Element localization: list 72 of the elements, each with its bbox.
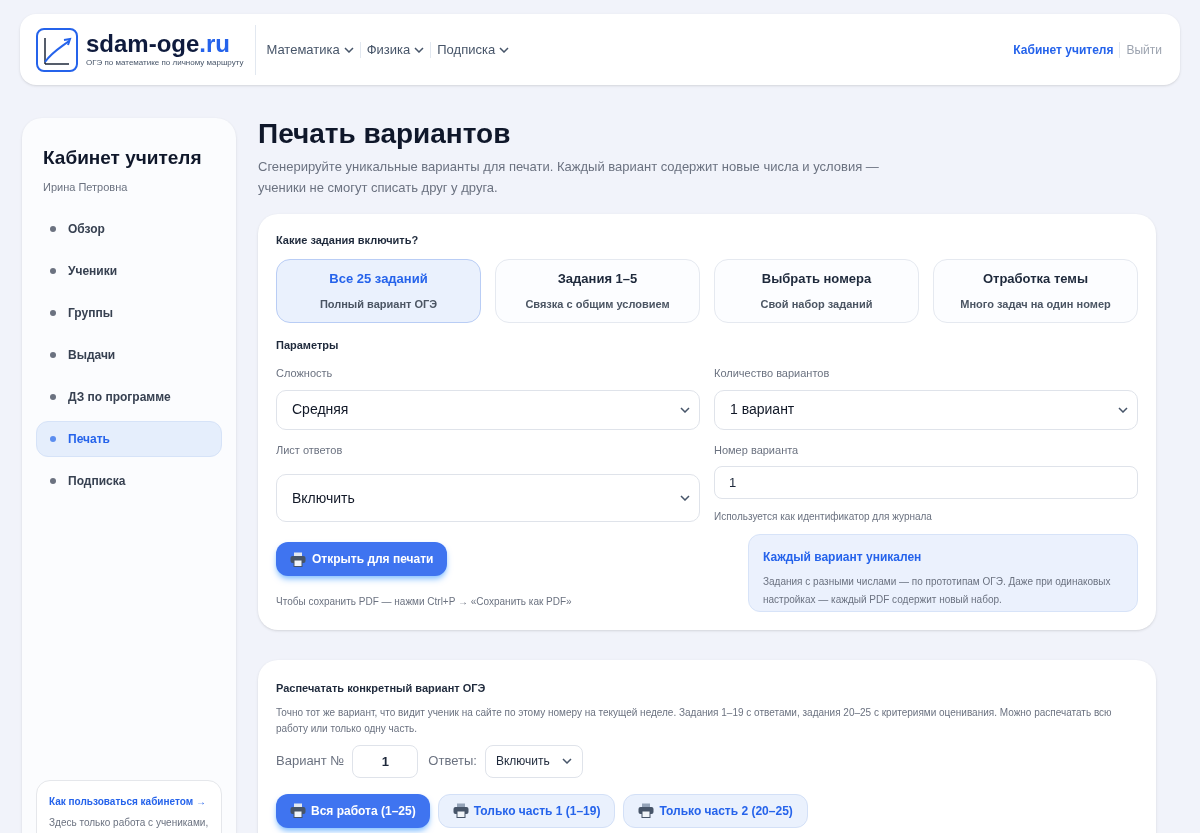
bullet-icon — [50, 268, 56, 274]
sidebar-item[interactable]: ДЗ по программе — [36, 379, 222, 415]
sidebar-item-label: Ученики — [68, 263, 118, 280]
bullet-icon — [50, 394, 56, 400]
section-heading: Параметры — [276, 337, 340, 353]
answers-select[interactable]: Включить — [276, 474, 700, 522]
page-subtitle: Сгенерируйте уникальные варианты для печати. Каждый вариант содержит новые числа и условия — ученики не смогут списать друг у друга. — [258, 158, 880, 197]
print-part-button[interactable]: Только часть 1 (1–19) — [437, 793, 616, 828]
field-label: Ответы: — [428, 752, 477, 771]
sidebar-item-label: ДЗ по программе — [68, 389, 171, 406]
printer-icon — [290, 803, 306, 818]
chevron-down-icon — [343, 46, 354, 53]
sidebar-title: Кабинет учителя — [42, 146, 203, 170]
chevron-down-icon — [561, 758, 572, 764]
bullet-icon — [50, 478, 56, 484]
field-label: Количество вариантов — [714, 366, 831, 381]
page-title: Печать вариантов — [258, 117, 512, 151]
sidebar-item[interactable]: Выдачи — [36, 337, 222, 373]
field-label: Сложность — [276, 366, 334, 381]
sidebar-item-label: Выдачи — [68, 347, 116, 364]
sidebar-item[interactable]: Печать — [36, 421, 222, 457]
bullet-icon — [50, 310, 56, 316]
bullet-icon — [50, 352, 56, 358]
sidebar-item[interactable]: Ученики — [36, 253, 222, 289]
nav-menu-link[interactable]: Физика — [360, 39, 431, 60]
chevron-down-icon — [414, 46, 425, 53]
nav-menu-link[interactable]: Подписка — [431, 39, 516, 60]
logo-tagline: ОГЭ по математике по личному маршруту — [86, 57, 244, 69]
chevron-down-icon — [680, 406, 690, 413]
print-button[interactable]: Открыть для печати — [276, 542, 448, 576]
sidebar-item-label: Печать — [68, 431, 110, 448]
mode-option[interactable]: Выбрать номера Свой набор заданий — [714, 258, 919, 323]
printer-icon — [452, 803, 469, 818]
print-part-button[interactable]: Только часть 2 (20–25) — [623, 793, 808, 828]
field-label: Вариант № — [276, 752, 345, 771]
pdf-hint: Чтобы сохранить PDF — нажми Ctrl+P → «Сохранить как PDF» — [276, 595, 573, 609]
section-heading: Распечатать конкретный вариант ОГЭ — [276, 681, 487, 696]
printer-icon — [638, 803, 655, 818]
print-part-button[interactable]: Вся работа (1–25) — [276, 793, 430, 828]
variant-number-field[interactable]: 1 — [714, 466, 1138, 499]
sidebar-item[interactable]: Группы — [36, 295, 222, 331]
difficulty-select[interactable]: Средняя — [276, 389, 700, 430]
mode-option[interactable]: Отработка темы Много задач на один номер — [933, 258, 1138, 323]
mode-option[interactable]: Все 25 заданий Полный вариант ОГЭ — [276, 258, 481, 323]
sidebar-item-label: Подписка — [68, 473, 126, 490]
sidebar-item-label: Группы — [68, 305, 113, 322]
chart-logo-icon — [36, 27, 78, 72]
mode-option[interactable]: Задания 1–5 Связка с общим условием — [495, 258, 700, 323]
count-select[interactable]: 1 вариант — [714, 389, 1138, 430]
chevron-down-icon — [499, 46, 510, 53]
sidebar-item[interactable]: Обзор — [36, 211, 222, 247]
logo-text[interactable]: sdam-oge.ru — [86, 30, 244, 57]
chevron-down-icon — [1118, 406, 1128, 413]
field-hint: Используется как идентификатор для журнала — [714, 510, 933, 524]
bullet-icon — [50, 226, 56, 232]
section-description: Точно тот же вариант, что видит ученик на сайте по этому номеру на текущей неделе. Задания 1–19 с ответами, задания 20–25 с критериями оценивания. Можно распечатать всю работу или только одну часть. — [276, 705, 1113, 736]
sidebar-item[interactable]: Подписка — [36, 463, 222, 499]
printer-icon — [290, 551, 306, 567]
field-label: Лист ответов — [276, 442, 344, 458]
chevron-down-icon — [680, 495, 690, 501]
section-heading: Какие задания включить? — [276, 233, 420, 248]
answers-select[interactable]: Включить — [484, 744, 583, 778]
bullet-icon — [50, 436, 56, 442]
field-label: Номер варианта — [714, 442, 800, 458]
nav-menu-link[interactable]: Математика — [260, 39, 360, 60]
account-link[interactable]: Кабинет учителя — [1013, 40, 1114, 59]
teacher-name: Ирина Петровна — [42, 179, 129, 195]
sidebar-item-label: Обзор — [68, 221, 105, 238]
help-text: Здесь только работа с учениками, — [49, 817, 209, 829]
help-link[interactable]: Как пользоваться кабинетом → — [49, 794, 209, 809]
info-note: Каждый вариант уникален Задания с разными числами — по прототипам ОГЭ. Даже при одинаковых настройках — каждый PDF содержит новый набор. — [748, 534, 1138, 612]
variant-number-field[interactable]: 1 — [352, 744, 419, 778]
